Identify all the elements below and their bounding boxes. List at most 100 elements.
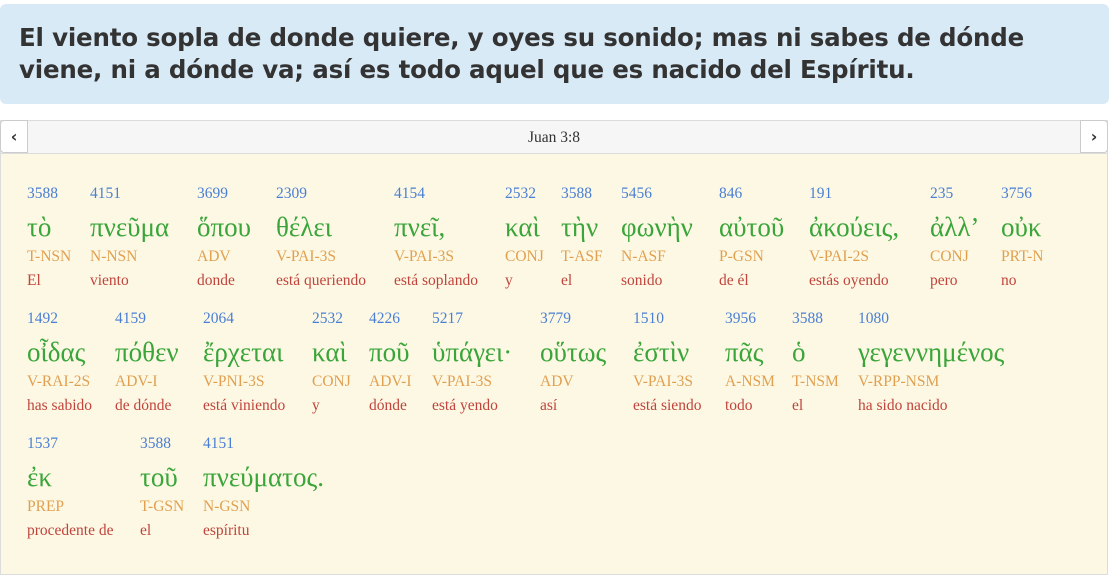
greek-word: πνεῦμα [90,212,170,242]
parsing-code: N-GSN [203,498,251,515]
parsing-code: V-PAI-3S [394,248,455,265]
translation: está soplando [394,272,478,289]
strongs-number[interactable]: 5217 [432,310,463,328]
greek-word: οἶδας [27,337,86,367]
translation: todo [725,397,753,414]
parsing-code: V-PAI-3S [432,373,493,390]
greek-word: αὐτοῦ [719,212,785,242]
parsing-code: V-PNI-3S [203,373,265,390]
greek-word: καὶ [505,212,540,242]
strongs-number[interactable]: 2064 [203,310,234,328]
strongs-number[interactable]: 2532 [505,185,536,203]
greek-word: γεγεννημένος [858,337,1005,367]
greek-word: οὕτως [540,337,607,367]
translation: sonido [621,272,663,289]
strongs-number[interactable]: 191 [809,185,832,203]
strongs-number[interactable]: 846 [719,185,742,203]
strongs-number[interactable]: 3956 [725,310,756,328]
strongs-number[interactable]: 1537 [27,435,58,453]
parsing-code: T-NSN [27,248,72,265]
parsing-code: N-ASF [621,248,666,265]
greek-word: ὅπου [197,212,251,242]
parsing-code: N-NSN [90,248,138,265]
translation: está viniendo [203,397,286,414]
strongs-number[interactable]: 1510 [633,310,664,328]
greek-word: ἀκούεις, [809,212,900,242]
translation: ha sido nacido [858,397,948,414]
parsing-code: V-RAI-2S [27,373,91,390]
strongs-number[interactable]: 4159 [115,310,146,328]
greek-word: ὁ [792,337,806,367]
translation: el [792,397,804,414]
greek-word: ἀλλ’ [930,212,980,242]
greek-word: ποῦ [369,337,410,367]
greek-word: ὑπάγει· [432,337,513,367]
strongs-number[interactable]: 4151 [203,435,234,453]
translation: está queriendo [276,272,366,289]
parsing-code: ADV [197,248,231,265]
strongs-number[interactable]: 3588 [27,185,58,203]
parsing-code: PREP [27,498,65,515]
translation: has sabido [27,397,93,414]
strongs-number[interactable]: 3699 [197,185,228,203]
parsing-code: T-GSN [140,498,185,515]
parsing-code: V-PAI-3S [633,373,694,390]
translation: y [505,272,513,289]
strongs-number[interactable]: 3779 [540,310,571,328]
strongs-number[interactable]: 2309 [276,185,307,203]
greek-word: πᾶς [725,337,764,367]
interlinear-words: 3588 τὸ T-NSN El 4151 πνεῦμα N-NSN viento 3699 ὅπ… [1,121,1107,574]
translation: procedente de [27,522,114,539]
strongs-number[interactable]: 2532 [312,310,343,328]
translation: no [1001,272,1017,289]
translation: viento [90,272,129,289]
greek-word: καὶ [312,337,347,367]
translation: pero [930,272,958,289]
strongs-number[interactable]: 5456 [621,185,652,203]
strongs-number[interactable]: 3588 [792,310,823,328]
greek-word: οὐκ [1001,212,1042,242]
parsing-code: T-NSM [792,373,839,390]
strongs-number[interactable]: 3588 [140,435,171,453]
strongs-number[interactable]: 1492 [27,310,58,328]
parsing-code: CONJ [930,248,969,265]
strongs-number[interactable]: 235 [930,185,953,203]
parsing-code: ADV [540,373,574,390]
strongs-number[interactable]: 1080 [858,310,889,328]
strongs-number[interactable]: 3756 [1001,185,1032,203]
translation: donde [197,272,235,289]
parsing-code: CONJ [505,248,544,265]
translation: estás oyendo [809,272,889,289]
greek-word: πνεῖ, [394,212,446,242]
greek-word: ἔρχεται [203,337,284,367]
parsing-code: V-PAI-2S [809,248,870,265]
parsing-code: CONJ [312,373,351,390]
interlinear-panel: ‹ Juan 3:8 › 3588 τὸ T-NSN El 4151 πνεῦμα N-NS… [0,120,1108,575]
translation: el [561,272,573,289]
greek-word: θέλει [276,212,332,242]
greek-word: φωνὴν [621,212,693,242]
strongs-number[interactable]: 3588 [561,185,592,203]
translation: así [540,397,558,414]
translation: de dónde [115,397,172,414]
parsing-code: V-RPP-NSM [858,373,940,390]
translation: y [312,397,320,414]
parsing-code: T-ASF [561,248,603,265]
greek-word: ἐκ [27,462,52,492]
strongs-number[interactable]: 4226 [369,310,400,328]
parsing-code: ADV-I [115,373,158,390]
verse-text: El viento sopla de donde quiere, y oyes … [19,23,1024,84]
parsing-code: PRT-N [1001,248,1044,265]
parsing-code: ADV-I [369,373,412,390]
strongs-number[interactable]: 4151 [90,185,121,203]
strongs-number[interactable]: 4154 [394,185,425,203]
greek-word: τὸ [27,212,52,242]
parsing-code: A-NSM [725,373,775,390]
greek-word: πνεύματος. [203,462,324,492]
translation: espíritu [203,522,250,539]
translation: dónde [369,397,407,414]
parsing-code: P-GSN [719,248,764,265]
translation: está yendo [432,397,498,414]
translation: está siendo [633,397,702,414]
translation: el [140,522,152,539]
